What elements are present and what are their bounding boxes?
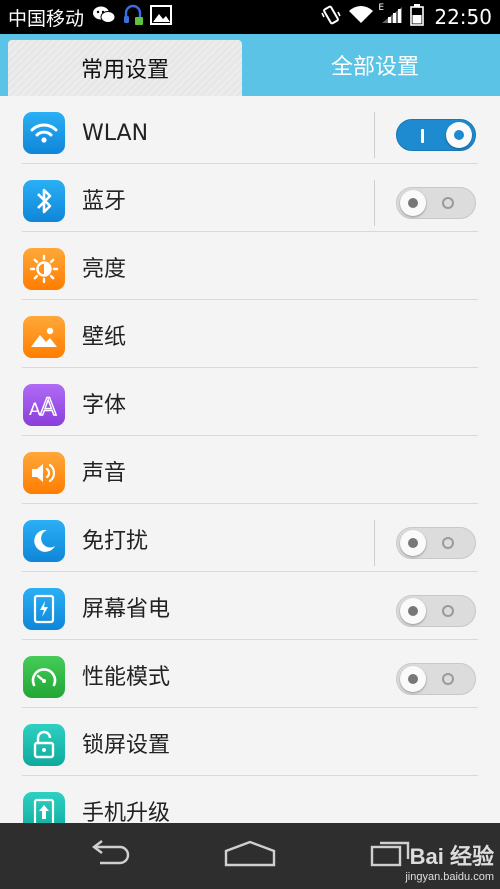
- divider: [374, 180, 375, 226]
- vibrate-icon: [320, 4, 342, 30]
- wifi-status-icon: [348, 5, 374, 29]
- wifi-icon: [23, 112, 65, 154]
- font-icon: AA: [23, 384, 65, 426]
- setting-label: 声音: [82, 461, 127, 486]
- back-button[interactable]: [60, 823, 160, 889]
- battery-icon: [410, 4, 425, 30]
- status-bar: 中国移动 E 22:50: [0, 0, 500, 34]
- wallpaper-icon: [23, 316, 65, 358]
- baidu-watermark: Bai 经验 jingyan.baidu.com: [405, 839, 494, 883]
- setting-row-phone-upgrade[interactable]: 手机升级: [0, 776, 500, 823]
- screen-power-saving-toggle[interactable]: [396, 595, 476, 627]
- back-icon: [86, 839, 134, 873]
- bluetooth-toggle[interactable]: [396, 187, 476, 219]
- setting-label: 壁纸: [82, 325, 127, 350]
- moon-icon: [23, 520, 65, 562]
- navigation-bar: Bai 经验 jingyan.baidu.com: [0, 823, 500, 889]
- setting-row-performance-mode[interactable]: 性能模式: [0, 640, 500, 708]
- toggle-knob: [446, 122, 472, 148]
- do-not-disturb-toggle[interactable]: [396, 527, 476, 559]
- setting-row-wlan[interactable]: WLAN: [0, 96, 500, 164]
- setting-row-lock-screen[interactable]: 锁屏设置: [0, 708, 500, 776]
- settings-tabs: 常用设置 全部设置: [0, 34, 500, 96]
- wlan-toggle[interactable]: [396, 119, 476, 151]
- home-icon: [223, 839, 277, 873]
- setting-label: 性能模式: [82, 665, 171, 690]
- watermark-site: jingyan.baidu.com: [405, 871, 494, 883]
- settings-list: WLAN 蓝牙 亮度 壁纸 AA 字体 声音 免打扰 屏幕省电 性能模式 锁屏设…: [0, 96, 500, 823]
- svg-text:A: A: [40, 393, 57, 419]
- setting-label: 亮度: [82, 257, 127, 282]
- toggle-knob: [400, 530, 426, 556]
- network-type-label: E: [378, 3, 385, 13]
- setting-row-sound[interactable]: 声音: [0, 436, 500, 504]
- upgrade-icon: [23, 792, 65, 823]
- setting-row-wallpaper[interactable]: 壁纸: [0, 300, 500, 368]
- lock-icon: [23, 724, 65, 766]
- divider: [374, 112, 375, 158]
- clock: 22:50: [434, 5, 492, 29]
- setting-label: WLAN: [82, 121, 149, 146]
- brightness-icon: [23, 248, 65, 290]
- setting-row-brightness[interactable]: 亮度: [0, 232, 500, 300]
- performance-mode-toggle[interactable]: [396, 663, 476, 695]
- setting-label: 屏幕省电: [82, 597, 171, 622]
- setting-label: 蓝牙: [82, 189, 127, 214]
- carrier-name: 中国移动: [8, 7, 85, 30]
- setting-row-font[interactable]: AA 字体: [0, 368, 500, 436]
- toggle-on-mark: [421, 129, 424, 143]
- bluetooth-icon: [23, 180, 65, 222]
- sound-icon: [23, 452, 65, 494]
- cellular-signal-icon: E: [378, 3, 404, 29]
- watermark-logo: Bai 经验: [409, 844, 494, 869]
- headset-icon: [122, 3, 144, 31]
- home-button[interactable]: [200, 823, 300, 889]
- screen-power-icon: [23, 588, 65, 630]
- setting-label: 锁屏设置: [82, 733, 171, 758]
- toggle-knob: [400, 190, 426, 216]
- toggle-knob: [400, 666, 426, 692]
- setting-label: 字体: [82, 393, 127, 418]
- image-icon: [150, 5, 173, 29]
- tab-all-settings[interactable]: 全部设置: [250, 34, 500, 96]
- setting-label: 手机升级: [82, 801, 171, 823]
- gauge-icon: [23, 656, 65, 698]
- wechat-icon: [92, 5, 116, 29]
- setting-row-screen-power-saving[interactable]: 屏幕省电: [0, 572, 500, 640]
- setting-label: 免打扰: [82, 529, 149, 554]
- divider: [374, 520, 375, 566]
- setting-row-bluetooth[interactable]: 蓝牙: [0, 164, 500, 232]
- tab-common-settings[interactable]: 常用设置: [8, 40, 242, 96]
- toggle-knob: [400, 598, 426, 624]
- setting-row-do-not-disturb[interactable]: 免打扰: [0, 504, 500, 572]
